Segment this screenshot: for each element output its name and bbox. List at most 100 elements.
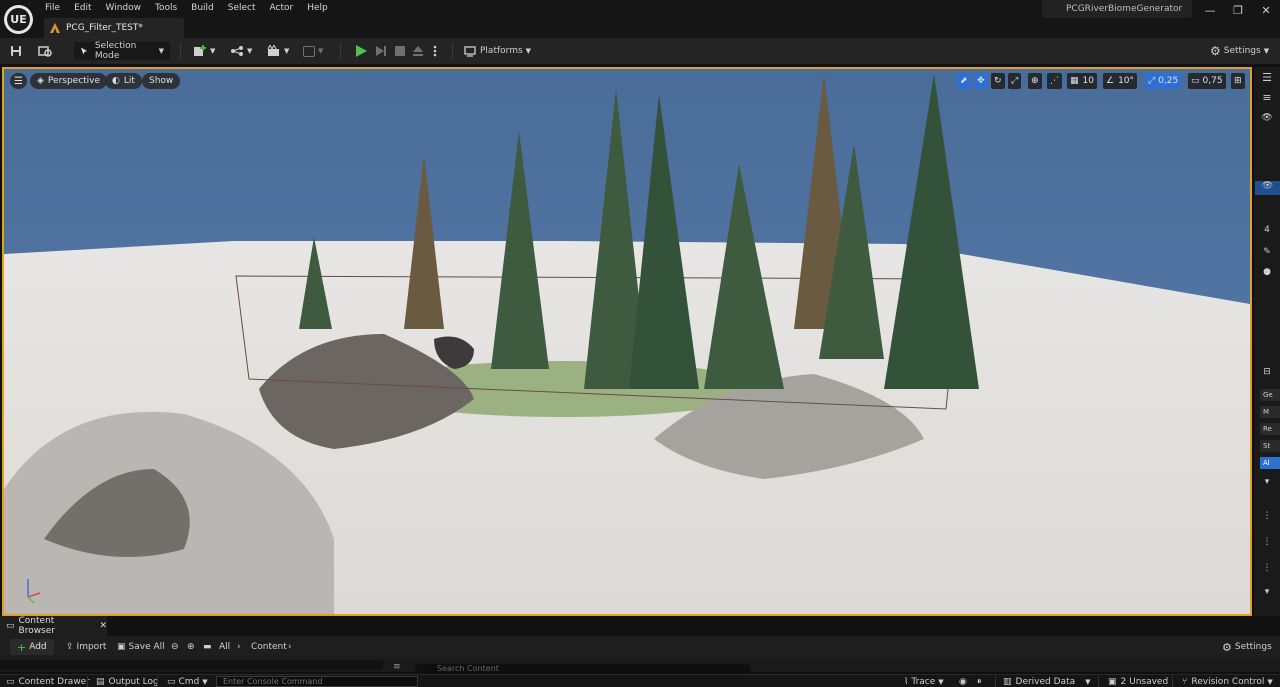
breadcrumb-separator-icon: ›: [288, 642, 292, 652]
import-button[interactable]: ⇪ Import: [66, 640, 106, 654]
console-command-input[interactable]: [216, 676, 418, 687]
status-divider: [87, 676, 88, 687]
save-all-button[interactable]: ▣ Save All: [117, 640, 165, 654]
content-settings-button[interactable]: ⚙ Settings: [1222, 640, 1272, 654]
menu-help[interactable]: Help: [300, 2, 335, 16]
surface-snap-icon[interactable]: ⋰: [1047, 73, 1062, 89]
actor-icon: ●: [1263, 267, 1271, 277]
project-name: PCGRiverBiomeGenerator: [1042, 0, 1192, 18]
level-document-tab[interactable]: PCG_Filter_TEST*: [44, 18, 184, 38]
save-all-label: Save All: [128, 642, 165, 652]
scroll-down-icon[interactable]: ▾: [1255, 587, 1279, 597]
level-viewport[interactable]: ☰ ◈ Perspective ◐ Lit Show ⬈ ✥ ↻ ⤢ ⊕ ⋰ ▦…: [2, 67, 1252, 616]
step-icon[interactable]: [375, 42, 387, 60]
pause-icon[interactable]: ⏸: [977, 675, 982, 687]
output-log-button[interactable]: ▤ Output Log: [96, 675, 159, 687]
stop-icon[interactable]: [394, 42, 406, 60]
perspective-button[interactable]: ◈ Perspective: [30, 73, 108, 89]
menu-edit[interactable]: Edit: [67, 2, 98, 16]
cinematics-icon[interactable]: ▼: [267, 42, 289, 60]
search-content-input[interactable]: Search Content: [415, 664, 751, 674]
record-icon[interactable]: ◉: [959, 675, 967, 687]
close-tab-icon[interactable]: ✕: [99, 621, 107, 631]
filter-icon[interactable]: ≡: [393, 662, 401, 672]
lit-button[interactable]: ◐ Lit: [105, 73, 142, 89]
details-general-button[interactable]: Ge: [1260, 389, 1280, 401]
content-browser-tab-label: Content Browser: [18, 616, 55, 636]
rotation-snap-value: 10°: [1118, 76, 1135, 86]
save-icon[interactable]: [10, 42, 22, 60]
trace-dropdown[interactable]: ⌇ Trace ▼: [904, 675, 944, 687]
scale-snap-button[interactable]: ⤢ 0,25: [1145, 73, 1182, 89]
content-drawer-button[interactable]: ▭ Content Drawer: [6, 675, 90, 687]
platforms-dropdown[interactable]: Platforms ▼: [464, 42, 531, 60]
scene-render[interactable]: [4, 69, 1250, 614]
details-tab-icon[interactable]: ⊟: [1255, 367, 1279, 377]
output-log-label: Output Log: [108, 676, 159, 687]
selection-mode-label: Selection Mode: [94, 41, 137, 61]
selection-mode-dropdown[interactable]: Selection Mode ▼: [74, 41, 170, 61]
content-drawer-label: Content Drawer: [18, 676, 90, 687]
camera-speed-button[interactable]: ▭ 0,75: [1188, 73, 1226, 89]
cmd-dropdown[interactable]: ▭ Cmd ▼: [167, 675, 208, 687]
details-all-button[interactable]: Al: [1260, 457, 1280, 469]
visibility-eye-icon[interactable]: 👁: [1255, 113, 1279, 123]
status-divider: [1098, 676, 1099, 687]
browse-icon[interactable]: [38, 42, 52, 60]
content-settings-label: Settings: [1234, 642, 1272, 652]
selected-row[interactable]: 👁: [1255, 181, 1280, 195]
scale-tool-icon[interactable]: ⤢: [1008, 73, 1022, 89]
grid-snap-button[interactable]: ▦ 10: [1067, 73, 1097, 89]
blueprint-icon[interactable]: ▼: [303, 42, 323, 60]
show-button[interactable]: Show: [142, 73, 181, 89]
details-mesh-button[interactable]: M: [1260, 406, 1280, 418]
world-space-icon[interactable]: ⊕: [1028, 73, 1042, 89]
menu-select[interactable]: Select: [221, 2, 263, 16]
menu-file[interactable]: File: [38, 2, 67, 16]
collapse-arrow-icon[interactable]: ▾: [1255, 477, 1279, 487]
close-button[interactable]: ✕: [1256, 3, 1276, 19]
history-forward-icon[interactable]: ⊕: [187, 640, 195, 654]
derived-data-button[interactable]: ▥ Derived Data ▼: [1003, 675, 1091, 687]
rotate-tool-icon[interactable]: ↻: [991, 73, 1005, 89]
rotation-snap-button[interactable]: ∠ 10°: [1103, 73, 1138, 89]
more-options-icon[interactable]: ⋮: [1255, 563, 1279, 573]
menu-tools[interactable]: Tools: [148, 2, 184, 16]
details-streaming-button[interactable]: St: [1260, 440, 1280, 452]
outliner-menu-icon[interactable]: ☰: [1255, 71, 1279, 84]
play-icon[interactable]: [354, 42, 368, 60]
menu-actor[interactable]: Actor: [263, 2, 301, 16]
add-button[interactable]: + Add: [10, 639, 54, 655]
menu-window[interactable]: Window: [99, 2, 149, 16]
scale-snap-value: 0,25: [1158, 76, 1179, 86]
settings-button[interactable]: ⚙ Settings ▼: [1210, 42, 1269, 60]
toolbar-divider: [340, 43, 341, 59]
details-edit-icon[interactable]: ✎: [1255, 247, 1279, 257]
log-icon: ▤: [96, 676, 105, 687]
breadcrumb-all[interactable]: All: [219, 640, 230, 654]
options-icon[interactable]: [433, 42, 437, 60]
add-actor-icon[interactable]: ▼: [193, 42, 215, 60]
menu-build[interactable]: Build: [184, 2, 221, 16]
filter-icon[interactable]: ≡: [1255, 91, 1279, 104]
revision-control-button[interactable]: ⑂ Revision Control ▼: [1182, 675, 1273, 687]
lit-label: Lit: [123, 76, 135, 86]
breadcrumb-content[interactable]: Content: [251, 640, 287, 654]
more-options-icon[interactable]: ⋮: [1255, 511, 1279, 521]
maximize-button[interactable]: ❐: [1228, 3, 1248, 19]
content-browser-tab[interactable]: ▭ Content Browser ✕: [0, 616, 107, 636]
level-icon: [50, 23, 60, 33]
viewport-options-button[interactable]: ☰: [10, 73, 27, 89]
viewport-layout-icon[interactable]: ⊞: [1231, 73, 1245, 89]
unreal-logo-icon[interactable]: UE: [4, 5, 33, 34]
drawer-icon: ▭: [6, 676, 15, 687]
details-rendering-button[interactable]: Re: [1260, 423, 1280, 435]
minimize-button[interactable]: —: [1200, 3, 1220, 19]
select-tool-icon[interactable]: ⬈: [957, 73, 971, 89]
translate-tool-icon[interactable]: ✥: [974, 73, 988, 89]
more-options-icon[interactable]: ⋮: [1255, 537, 1279, 547]
eject-icon[interactable]: [412, 42, 424, 60]
unsaved-button[interactable]: ▣ 2 Unsaved: [1108, 675, 1168, 687]
history-back-icon[interactable]: ⊖: [171, 640, 179, 654]
snap-icon[interactable]: ▼: [230, 42, 252, 60]
